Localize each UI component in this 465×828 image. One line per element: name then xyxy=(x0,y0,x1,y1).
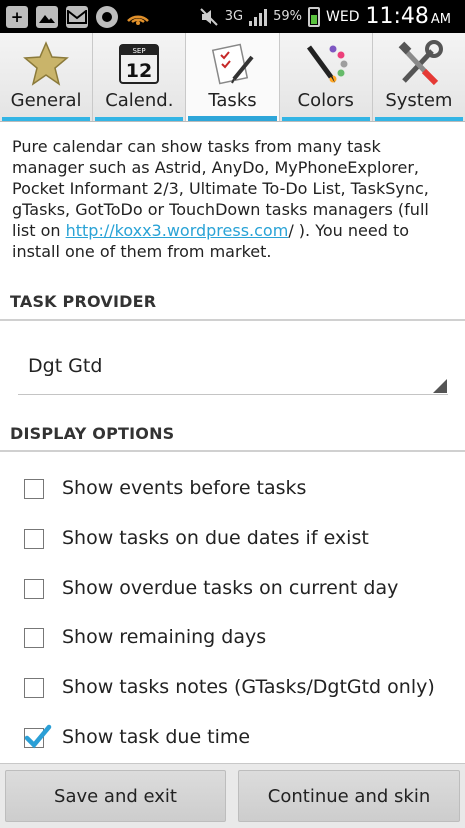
continue-and-skin-button[interactable]: Continue and skin xyxy=(238,770,460,822)
option-label: Show overdue tasks on current day xyxy=(62,577,399,599)
display-options-header: DISPLAY OPTIONS xyxy=(10,424,175,443)
option-label: Show task due time xyxy=(62,726,251,748)
status-time: 11:48 AM xyxy=(365,4,451,29)
option-row[interactable]: Show task due time xyxy=(0,716,465,764)
checkbox[interactable] xyxy=(24,529,44,549)
checkbox[interactable] xyxy=(24,678,44,698)
checkbox-checked[interactable] xyxy=(24,724,52,749)
star-icon xyxy=(23,41,70,86)
save-and-exit-button[interactable]: Save and exit xyxy=(5,770,226,822)
tab-indicator xyxy=(374,117,464,121)
button-bar: Save and exit Continue and skin xyxy=(0,763,465,828)
tasks-icon xyxy=(211,43,254,85)
tab-indicator xyxy=(281,117,370,121)
tab-tasks[interactable]: Tasks xyxy=(186,33,280,121)
image-icon xyxy=(36,6,58,28)
tab-label: General xyxy=(10,90,82,111)
notification-icons: + xyxy=(6,5,150,29)
palette-icon xyxy=(306,45,348,83)
option-label: Show tasks notes (GTasks/DgtGtd only) xyxy=(62,676,435,698)
calendar-icon: SEP 12 xyxy=(119,44,160,84)
tools-icon xyxy=(398,40,443,86)
tab-label: Colors xyxy=(297,90,354,111)
task-provider-header: TASK PROVIDER xyxy=(10,292,157,311)
battery-percent: 59% xyxy=(273,9,303,24)
tab-indicator xyxy=(188,116,277,121)
task-provider-spinner[interactable]: Dgt Gtd xyxy=(18,345,448,395)
calendar-day: 12 xyxy=(126,60,152,82)
option-label: Show remaining days xyxy=(62,626,267,648)
tab-label: Tasks xyxy=(208,90,257,111)
status-bar: + 3G 59% WED 11:48 AM xyxy=(0,0,465,33)
option-row[interactable]: Show tasks notes (GTasks/DgtGtd only) xyxy=(0,666,465,714)
tab-calendar[interactable]: SEP 12 Calend. xyxy=(93,33,187,121)
tab-label: Calend. xyxy=(105,90,174,111)
section-divider xyxy=(0,319,465,321)
mute-icon xyxy=(200,7,218,26)
option-label: Show events before tasks xyxy=(62,477,307,499)
spinner-underline xyxy=(18,394,448,395)
website-link[interactable]: http://koxx3.wordpress.com xyxy=(66,221,289,240)
status-day: WED xyxy=(326,8,360,25)
checkbox[interactable] xyxy=(24,579,44,599)
plus-icon: + xyxy=(6,6,28,28)
option-row[interactable]: Show events before tasks xyxy=(0,467,465,515)
signal-icon xyxy=(249,8,268,26)
intro-text: Pure calendar can show tasks from many t… xyxy=(12,137,429,261)
tab-indicator xyxy=(2,117,91,121)
option-row[interactable]: Show tasks on due dates if exist xyxy=(0,517,465,565)
option-row[interactable]: Show overdue tasks on current day xyxy=(0,567,465,615)
tab-label: System xyxy=(385,90,453,111)
wifi-icon xyxy=(126,5,150,29)
checkbox[interactable] xyxy=(24,479,44,499)
calendar-month: SEP xyxy=(133,47,146,55)
network-type: 3G xyxy=(224,9,244,24)
tab-colors[interactable]: Colors xyxy=(280,33,373,121)
tab-bar: General SEP 12 Calend. Tasks Colors Syst… xyxy=(0,33,465,122)
checkmark-icon xyxy=(24,724,52,749)
task-provider-value: Dgt Gtd xyxy=(28,355,103,377)
dropdown-arrow-icon xyxy=(433,379,447,393)
checkbox[interactable] xyxy=(24,628,44,648)
tab-indicator xyxy=(95,117,184,121)
section-divider xyxy=(0,450,465,452)
tab-general[interactable]: General xyxy=(0,33,94,121)
tab-system[interactable]: System xyxy=(373,33,465,121)
gmail-icon xyxy=(66,6,88,28)
option-label: Show tasks on due dates if exist xyxy=(62,527,369,549)
battery-icon xyxy=(308,6,321,27)
app-icon xyxy=(96,6,118,28)
option-row[interactable]: Show remaining days xyxy=(0,616,465,664)
